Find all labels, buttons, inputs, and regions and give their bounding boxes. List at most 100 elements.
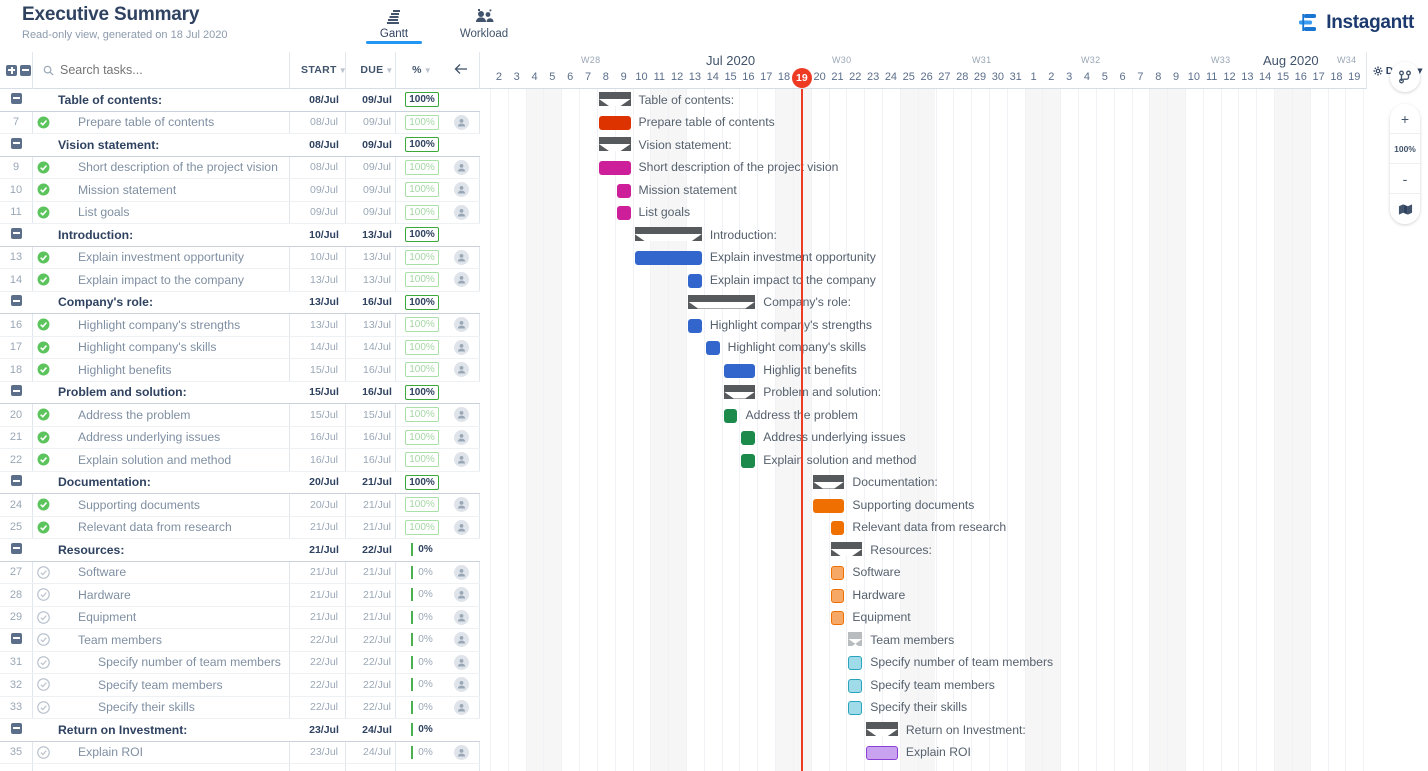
gantt-row[interactable]: Specify their skills	[480, 697, 1428, 720]
task-due-date[interactable]: 22/Jul	[352, 656, 402, 668]
collapse-row-button[interactable]	[10, 542, 22, 554]
task-due-date[interactable]: 13/Jul	[352, 229, 402, 241]
task-bar[interactable]	[598, 116, 631, 130]
avatar[interactable]	[453, 272, 469, 288]
task-percent-cell[interactable]: 100%	[402, 519, 442, 535]
table-row[interactable]: 10 Mission statement 09/Jul 09/Jul 100%	[0, 179, 480, 202]
task-start-date[interactable]: 16/Jul	[296, 431, 352, 443]
task-start-date[interactable]: 08/Jul	[296, 94, 352, 106]
row-check-cell[interactable]	[32, 745, 54, 759]
task-name[interactable]: Software	[54, 565, 296, 579]
table-row[interactable]: 28 Hardware 21/Jul 21/Jul 0%	[0, 584, 480, 607]
task-name[interactable]: Explain investment opportunity	[54, 250, 296, 264]
task-name[interactable]: Explain solution and method	[54, 453, 296, 467]
table-row[interactable]: 31 Specify number of team members 22/Jul 22…	[0, 652, 480, 674]
task-bar[interactable]	[848, 656, 863, 670]
task-start-date[interactable]: 16/Jul	[296, 454, 352, 466]
task-due-date[interactable]: 22/Jul	[352, 679, 402, 691]
column-header-percent[interactable]: % ▼	[402, 64, 442, 76]
task-start-date[interactable]: 08/Jul	[296, 139, 352, 151]
task-due-date[interactable]: 09/Jul	[352, 161, 402, 173]
search-cell[interactable]	[33, 63, 296, 77]
collapse-row-button[interactable]	[10, 632, 22, 644]
summary-bar[interactable]	[812, 474, 845, 489]
task-name[interactable]: Address the problem	[54, 408, 296, 422]
task-name[interactable]: Equipment	[54, 610, 296, 624]
avatar[interactable]	[453, 609, 469, 625]
summary-bar[interactable]	[598, 92, 631, 106]
task-due-date[interactable]: 13/Jul	[352, 319, 402, 331]
task-name[interactable]: Company's role:	[54, 295, 296, 309]
summary-row[interactable]: Documentation: 20/Jul 21/Jul 100%	[0, 471, 480, 494]
assignee-cell[interactable]	[442, 677, 480, 693]
gantt-row[interactable]: Prepare table of contents	[480, 112, 1428, 135]
task-start-date[interactable]: 13/Jul	[296, 274, 352, 286]
task-percent-cell[interactable]: 0%	[402, 700, 442, 714]
task-percent-cell[interactable]: 100%	[402, 182, 442, 198]
task-percent-cell[interactable]: 0%	[402, 723, 442, 737]
row-check-cell[interactable]	[32, 700, 54, 714]
table-row[interactable]: Team members 22/Jul 22/Jul 0%	[0, 629, 480, 652]
table-row[interactable]: 24 Supporting documents 20/Jul 21/Jul 100%	[0, 494, 480, 517]
row-check-cell[interactable]	[32, 161, 54, 174]
summary-row[interactable]: Company's role: 13/Jul 16/Jul 100%	[0, 291, 480, 314]
assignee-cell[interactable]	[442, 407, 480, 423]
gantt-bars[interactable]: Table of contents: Prepare table of conte…	[480, 89, 1428, 771]
task-bar[interactable]	[848, 701, 863, 715]
assignee-cell[interactable]	[442, 249, 480, 265]
task-percent-cell[interactable]: 100%	[402, 317, 442, 333]
map-icon[interactable]	[1390, 194, 1420, 224]
assignee-cell[interactable]	[442, 609, 480, 625]
table-row[interactable]: 9 Short description of the project vision…	[0, 157, 480, 179]
column-header-start[interactable]: START ▼	[296, 64, 352, 76]
row-check-cell[interactable]	[32, 318, 54, 331]
avatar[interactable]	[453, 497, 469, 513]
task-bar[interactable]	[688, 318, 702, 333]
task-due-date[interactable]: 09/Jul	[352, 184, 402, 196]
collapse-row-button[interactable]	[10, 295, 22, 307]
gantt-row[interactable]: Hardware	[480, 584, 1428, 607]
summary-row[interactable]: Problem and solution: 15/Jul 16/Jul 100%	[0, 381, 480, 404]
table-row[interactable]: 7 Prepare table of contents 08/Jul 09/Jul 10…	[0, 112, 480, 134]
gantt-row[interactable]: Return on Investment:	[480, 719, 1428, 742]
avatar[interactable]	[453, 249, 469, 265]
gantt-row[interactable]: Short description of the project vision	[480, 157, 1428, 180]
gantt-row[interactable]: Highlight benefits	[480, 359, 1428, 382]
task-name[interactable]: Return on Investment:	[54, 723, 296, 737]
task-name[interactable]: Hardware	[54, 588, 296, 602]
task-due-date[interactable]: 21/Jul	[352, 499, 402, 511]
task-bar[interactable]	[705, 341, 720, 355]
table-row[interactable]: 35 Explain ROI 23/Jul 24/Jul 0%	[0, 742, 480, 764]
gantt-row[interactable]: Relevant data from research	[480, 517, 1428, 540]
avatar[interactable]	[453, 744, 469, 760]
task-bar[interactable]	[723, 408, 738, 423]
task-bar[interactable]	[812, 498, 845, 513]
summary-bar[interactable]	[723, 384, 756, 399]
task-percent-cell[interactable]: 0%	[402, 543, 442, 557]
task-percent-cell[interactable]: 0%	[402, 633, 442, 647]
row-check-cell[interactable]	[32, 498, 54, 511]
gantt-row[interactable]: Explain ROI	[480, 742, 1428, 765]
row-check-cell[interactable]	[32, 655, 54, 669]
summary-row[interactable]: Return on Investment: 23/Jul 24/Jul 0%	[0, 719, 480, 742]
task-percent-cell[interactable]: 100%	[402, 272, 442, 288]
task-percent-cell[interactable]: 100%	[402, 474, 442, 490]
task-percent-cell[interactable]: 0%	[402, 565, 442, 579]
task-due-date[interactable]: 16/Jul	[352, 364, 402, 376]
row-check-cell[interactable]	[32, 588, 54, 602]
avatar[interactable]	[453, 429, 469, 445]
task-name[interactable]: Highlight company's skills	[54, 340, 296, 354]
task-bar[interactable]	[866, 746, 898, 760]
task-due-date[interactable]: 09/Jul	[352, 206, 402, 218]
task-name[interactable]: Specify number of team members	[54, 655, 296, 669]
summary-row[interactable]: Vision statement: 08/Jul 09/Jul 100%	[0, 134, 480, 157]
task-start-date[interactable]: 10/Jul	[296, 229, 352, 241]
table-row[interactable]: 25 Relevant data from research 21/Jul 21/Ju…	[0, 517, 480, 539]
task-due-date[interactable]: 16/Jul	[352, 386, 402, 398]
table-row[interactable]: 14 Explain impact to the company 13/Jul 13/…	[0, 269, 480, 292]
avatar[interactable]	[453, 204, 469, 220]
gantt-row[interactable]: Mission statement	[480, 179, 1428, 202]
task-percent-cell[interactable]: 0%	[402, 610, 442, 624]
collapse-row-button[interactable]	[10, 722, 22, 734]
avatar[interactable]	[453, 677, 469, 693]
